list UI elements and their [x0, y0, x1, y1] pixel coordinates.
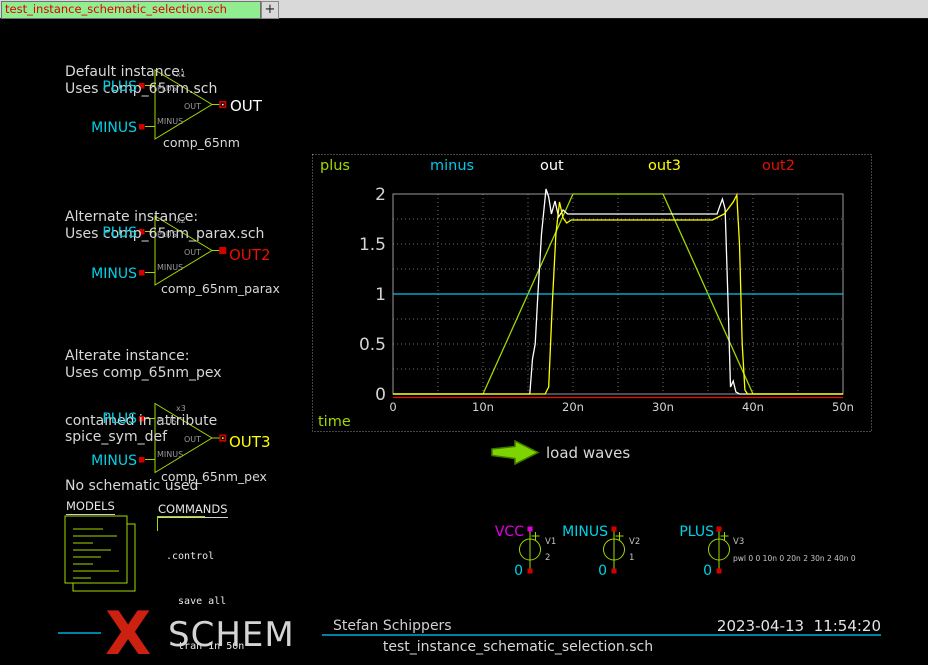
pin-name-minus: MINUS [157, 263, 183, 272]
datetime-stamp: 2023-04-13 11:54:20 [700, 617, 881, 635]
author-name: Stefan Schippers [333, 618, 452, 634]
y-tick-label: 0 [375, 385, 386, 405]
net-label-minus[interactable]: MINUS [548, 524, 608, 540]
pin-square[interactable] [612, 527, 617, 532]
net-label-minus[interactable]: MINUS [75, 120, 137, 136]
pin-square[interactable] [612, 569, 617, 574]
net-label-out3[interactable]: OUT3 [229, 433, 271, 451]
y-tick-label: 1.5 [359, 235, 386, 255]
y-tick-label: 2 [375, 185, 386, 205]
x-tick-label: 10n [472, 400, 494, 414]
waveform-svg[interactable]: plus minus out out3 out2 0 0.5 1 1.5 2 0 10n 20n 30n 4… [312, 154, 872, 432]
source-name: V3 [733, 537, 744, 547]
x-tick-label: 20n [562, 400, 584, 414]
net-label-plus[interactable]: PLUS [654, 524, 714, 540]
commands-header: COMMANDS [158, 502, 228, 518]
pin-dot [222, 104, 224, 106]
pin-square[interactable] [528, 569, 533, 574]
legend-plus[interactable]: plus [320, 158, 350, 174]
instance-name: x3 [176, 404, 186, 413]
waveform-graph[interactable]: plus minus out out3 out2 0 0.5 1 1.5 2 0 10n 20n 30n 4… [312, 154, 872, 432]
instance-name: x2 [176, 216, 186, 225]
pin-name-out: OUT [184, 435, 201, 444]
source-value: 2 [545, 553, 550, 563]
symbol-name: comp_65nm_parax [161, 281, 280, 296]
xschem-logo-x: X [105, 604, 151, 664]
source-pwl-value: pwl 0 0 10n 0 20n 2 30n 2 40n 0 [733, 554, 856, 563]
load-waves-arrow-icon[interactable] [492, 441, 538, 464]
symbol-name: comp_65nm [163, 135, 240, 150]
source-value: 1 [629, 553, 634, 563]
legend-out2[interactable]: out2 [762, 158, 795, 174]
pin-name-minus: MINUS [157, 450, 183, 459]
net-label-gnd[interactable]: 0 [577, 563, 607, 579]
pin-name-plus: PLUS [157, 84, 177, 93]
net-label-plus[interactable]: PLUS [75, 79, 137, 95]
legend-minus[interactable]: minus [430, 158, 474, 174]
x-tick-label: 50n [832, 400, 854, 414]
pin-square[interactable] [717, 569, 722, 574]
pin-name-plus: PLUS [157, 417, 177, 426]
load-waves-launcher[interactable]: load waves [546, 444, 630, 462]
symbol-name: comp_65nm_pex [161, 469, 267, 484]
source-name: V2 [629, 537, 640, 547]
pin-name-out: OUT [184, 248, 201, 257]
net-label-gnd[interactable]: 0 [682, 563, 712, 579]
net-label-plus[interactable]: PLUS [75, 225, 137, 241]
pin-square[interactable] [717, 527, 722, 532]
net-label-minus[interactable]: MINUS [75, 453, 137, 469]
models-header: MODELS [66, 499, 115, 515]
x-tick-label: 30n [652, 400, 674, 414]
net-label-gnd[interactable]: 0 [493, 563, 523, 579]
net-label-plus[interactable]: PLUS [75, 411, 137, 427]
x-tick-label: 0 [389, 400, 396, 414]
xschem-window: test_instance_schematic_selection.sch + [0, 0, 928, 665]
x-axis-title: time [318, 414, 351, 430]
pin-square[interactable] [528, 527, 533, 532]
instance-name: x1 [176, 70, 186, 79]
pin-name-minus: MINUS [157, 117, 183, 126]
legend-out3[interactable]: out3 [648, 158, 681, 174]
pin-name-out: OUT [184, 102, 201, 111]
y-tick-label: 1 [375, 285, 386, 305]
net-label-out[interactable]: OUT [230, 97, 262, 115]
net-label-out2[interactable]: OUT2 [229, 246, 271, 264]
pin-dot [222, 437, 224, 439]
net-label-vcc[interactable]: VCC [464, 524, 524, 540]
legend-out[interactable]: out [540, 158, 564, 174]
graph-widget-border[interactable] [313, 155, 872, 432]
y-tick-label: 0.5 [359, 335, 386, 355]
xschem-logo-text: SCHEM [168, 618, 295, 652]
net-label-minus[interactable]: MINUS [75, 266, 137, 282]
models-icon[interactable] [65, 516, 135, 591]
pin-name-plus: PLUS [157, 230, 177, 239]
x-tick-label: 40n [742, 400, 764, 414]
schematic-title: test_instance_schematic_selection.sch [288, 639, 748, 655]
